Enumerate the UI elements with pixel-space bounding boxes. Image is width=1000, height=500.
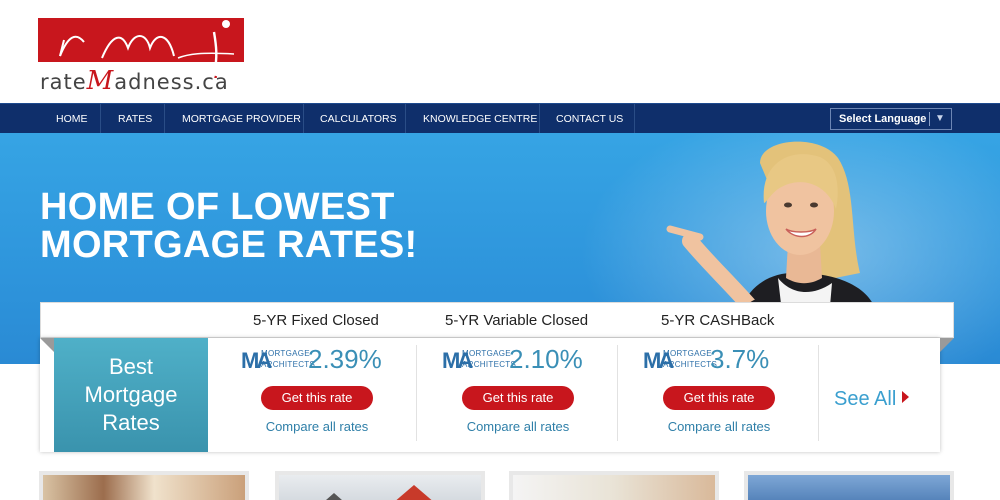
page: rateMadness.ca HOME RATES MORTGAGE PROVI… bbox=[0, 0, 1000, 500]
ribbon-fold-left bbox=[40, 338, 54, 352]
get-this-rate-button[interactable]: Get this rate bbox=[261, 386, 373, 410]
logo-wordmark: rateMadness.ca bbox=[40, 66, 229, 96]
nav-item-mortgage-provider[interactable]: MORTGAGE PROVIDER bbox=[182, 104, 301, 134]
get-this-rate-button[interactable]: Get this rate bbox=[663, 386, 775, 410]
provider-line2: ARCHITECTS bbox=[462, 360, 517, 369]
compare-all-rates-link[interactable]: Compare all rates bbox=[611, 419, 827, 434]
nav-item-calculators[interactable]: CALCULATORS bbox=[320, 104, 397, 134]
rate-divider bbox=[818, 345, 819, 441]
rate-card-fixed: MA MORTGAGE ARCHITECTS 2.39% Get this ra… bbox=[209, 338, 409, 452]
mortgage-architects-logo: MA MORTGAGE ARCHITECTS bbox=[442, 348, 516, 374]
nav-divider bbox=[303, 104, 304, 134]
mortgage-architects-logo: MA MORTGAGE ARCHITECTS bbox=[643, 348, 717, 374]
thumbnail-building-image[interactable] bbox=[744, 471, 954, 500]
provider-line1: MORTGAGE bbox=[261, 349, 310, 358]
nav-item-knowledge-centre[interactable]: KNOWLEDGE CENTRE bbox=[423, 104, 537, 134]
ribbon-fold-right bbox=[940, 338, 954, 352]
language-select-divider bbox=[929, 112, 930, 126]
compare-all-rates-link[interactable]: Compare all rates bbox=[209, 419, 425, 434]
rate-value: 3.7% bbox=[710, 344, 770, 374]
nav-divider bbox=[164, 104, 165, 134]
site-logo[interactable]: rateMadness.ca bbox=[38, 18, 244, 96]
see-all-link[interactable]: See All bbox=[834, 388, 910, 411]
rate-column-heading-variable: 5-YR Variable Closed bbox=[445, 312, 589, 329]
compare-all-rates-link[interactable]: Compare all rates bbox=[410, 419, 626, 434]
house-roof-illustration bbox=[326, 485, 432, 500]
nav-divider bbox=[634, 104, 635, 134]
best-line1: Best bbox=[108, 354, 154, 379]
nav-divider bbox=[539, 104, 540, 134]
nav-item-contact-us[interactable]: CONTACT US bbox=[556, 104, 623, 134]
rate-column-heading-cashback: 5-YR CASHBack bbox=[661, 312, 775, 329]
nav-divider bbox=[405, 104, 406, 134]
mortgage-architects-logo: MA MORTGAGE ARCHITECTS bbox=[241, 348, 315, 374]
nav-item-home[interactable]: HOME bbox=[56, 104, 88, 134]
see-all-label: See All bbox=[834, 388, 897, 410]
thumbnail-family-image[interactable] bbox=[39, 471, 249, 500]
hero-title-line2: MORTGAGE RATES! bbox=[40, 224, 418, 266]
rate-value: 2.39% bbox=[308, 344, 382, 374]
language-select-label: Select Language bbox=[839, 113, 927, 125]
nav-divider bbox=[100, 104, 101, 134]
rate-column-heading-fixed: 5-YR Fixed Closed bbox=[253, 312, 379, 329]
rate-card-variable: MA MORTGAGE ARCHITECTS 2.10% Get this ra… bbox=[410, 338, 610, 452]
header: rateMadness.ca bbox=[0, 0, 1000, 103]
best-mortgage-rates-badge: Best Mortgage Rates bbox=[54, 338, 208, 452]
arrow-right-icon bbox=[902, 391, 910, 403]
best-line3: Rates bbox=[102, 410, 160, 435]
hero-title: HOME OF LOWEST MORTGAGE RATES! bbox=[40, 188, 417, 264]
chevron-down-icon: ▼ bbox=[935, 113, 945, 124]
rate-card-cashback: MA MORTGAGE ARCHITECTS 3.7% Get this rat… bbox=[611, 338, 811, 452]
logo-word-m: M bbox=[86, 66, 115, 96]
rates-column-headers: 5-YR Fixed Closed 5-YR Variable Closed 5… bbox=[40, 302, 954, 338]
provider-line2: ARCHITECTS bbox=[261, 360, 316, 369]
language-select[interactable]: Select Language ▼ bbox=[830, 108, 952, 130]
get-this-rate-button[interactable]: Get this rate bbox=[462, 386, 574, 410]
nav-item-rates[interactable]: RATES bbox=[118, 104, 152, 134]
logo-word-prefix: rate bbox=[40, 70, 87, 94]
thumbnail-house-image[interactable] bbox=[275, 471, 485, 500]
provider-line1: MORTGAGE bbox=[462, 349, 511, 358]
hero-title-line1: HOME OF LOWEST bbox=[40, 186, 395, 228]
best-line2: Mortgage bbox=[84, 382, 178, 407]
thumbnail-document-image[interactable] bbox=[509, 471, 719, 500]
provider-line2: ARCHITECTS bbox=[663, 360, 718, 369]
rate-value: 2.10% bbox=[509, 344, 583, 374]
main-nav: HOME RATES MORTGAGE PROVIDER CALCULATORS… bbox=[0, 103, 1000, 134]
provider-line1: MORTGAGE bbox=[663, 349, 712, 358]
logo-word-suffix: adness.ca bbox=[114, 70, 229, 94]
